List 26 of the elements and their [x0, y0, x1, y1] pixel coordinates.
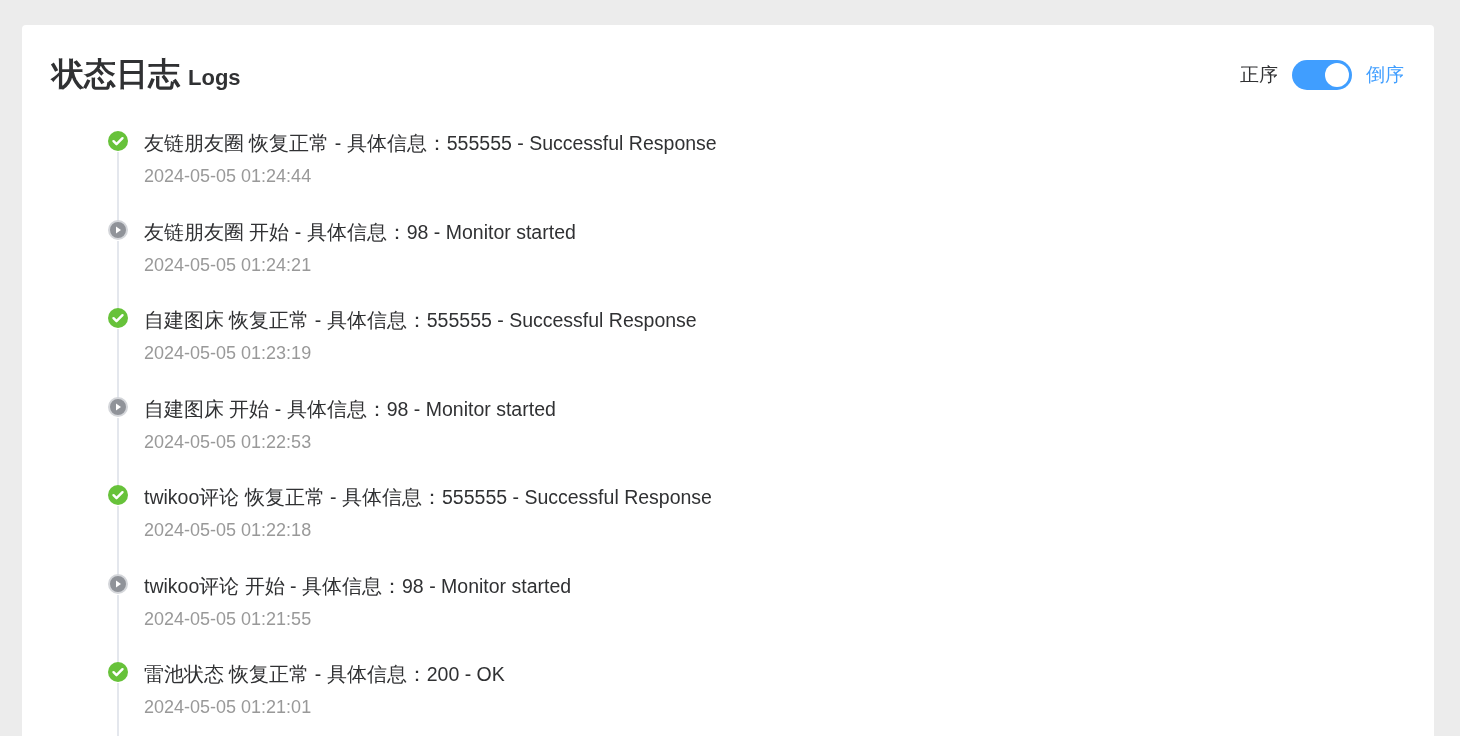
page-subtitle: Logs	[188, 65, 241, 91]
log-timestamp: 2024-05-05 01:22:18	[144, 520, 313, 541]
play-circle-icon	[108, 396, 128, 417]
toggle-label: 倒序	[1366, 63, 1404, 87]
log-message: twikoo评论 开始 - 具体信息：98 - Monitor started	[144, 573, 572, 599]
toggle-label: 正序	[1240, 63, 1278, 87]
check-circle-icon	[108, 131, 128, 151]
log-message: 友链朋友圈 开始 - 具体信息：98 - Monitor started	[144, 219, 576, 245]
log-message: 雷池状态 恢复正常 - 具体信息：200 - OK	[144, 662, 505, 687]
log-timestamp: 2024-05-05 01:24:44	[144, 166, 313, 187]
log-timestamp: 2024-05-05 01:21:55	[144, 608, 313, 630]
log-timestamp: 2024-05-05 01:22:53	[144, 431, 313, 453]
play-circle-icon	[108, 573, 128, 594]
play-circle-icon	[108, 219, 128, 240]
log-timestamp: 2024-05-05 01:23:19	[144, 343, 313, 364]
log-timestamp: 2024-05-05 01:21:01	[144, 697, 313, 718]
log-message: 友链朋友圈 恢复正常 - 具体信息：555555 - Successful Response	[144, 131, 717, 156]
log-message: 自建图床 恢复正常 - 具体信息：555555 - Successful Response	[144, 308, 697, 333]
check-circle-icon	[108, 308, 128, 328]
page-title: 状态日志	[52, 55, 180, 94]
log-message: twikoo评论 恢复正常 - 具体信息：555555 - Successful Response	[144, 485, 712, 510]
log-timestamp: 2024-05-05 01:24:21	[144, 254, 313, 276]
log-message: 自建图床 开始 - 具体信息：98 - Monitor started	[144, 396, 556, 422]
order-switch[interactable]	[1292, 60, 1352, 90]
check-circle-icon	[108, 485, 128, 505]
check-circle-icon	[108, 662, 128, 682]
